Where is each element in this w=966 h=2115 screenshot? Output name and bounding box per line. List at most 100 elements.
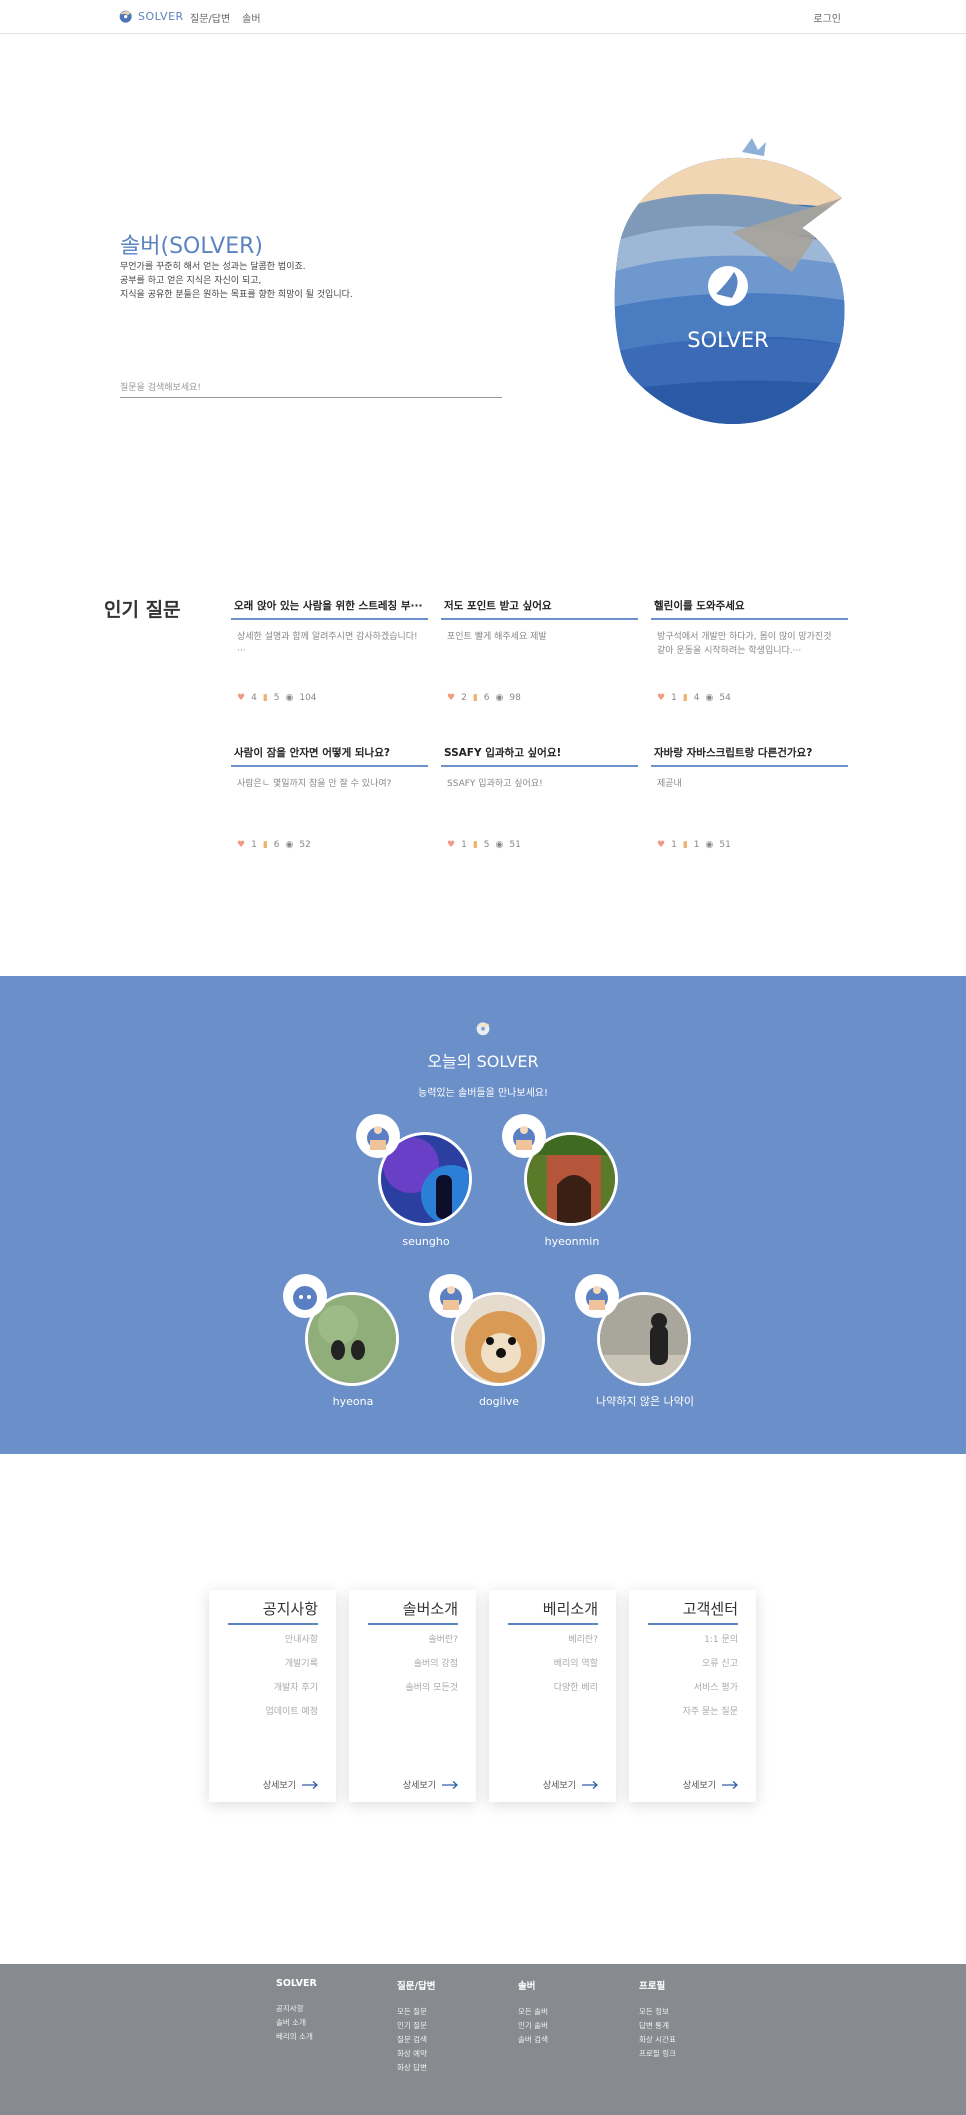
- footer-link[interactable]: 솔버 검색: [518, 2034, 628, 2048]
- footer-link[interactable]: 모든 솔버: [518, 2006, 628, 2020]
- solver-logo-icon: [476, 1022, 490, 1036]
- footer-heading: 프로필: [639, 1981, 666, 1992]
- view-count: 52: [299, 840, 311, 850]
- heart-icon: ♥: [657, 840, 666, 850]
- bookmark-icon: ▮: [472, 840, 478, 850]
- info-card-link[interactable]: 솔버의 모든것: [405, 1680, 458, 1704]
- footer-link[interactable]: 모든 질문: [397, 2006, 507, 2020]
- question-title[interactable]: 헬린이를 도와주세요: [651, 598, 848, 620]
- footer-link[interactable]: 공지사항: [276, 2003, 386, 2017]
- info-card-link[interactable]: 다양한 베리: [554, 1680, 598, 1704]
- more-link[interactable]: 상세보기: [683, 1778, 738, 1791]
- menu-solver[interactable]: 솔버: [242, 10, 260, 25]
- footer-link[interactable]: 베리의 소개: [276, 2031, 386, 2045]
- info-card-link[interactable]: 1:1 문의: [683, 1632, 738, 1656]
- info-card-link[interactable]: 오류 신고: [683, 1656, 738, 1680]
- info-card-link[interactable]: 안내사항: [265, 1632, 318, 1656]
- footer-link[interactable]: 질문 검색: [397, 2034, 507, 2048]
- solver-profile[interactable]: hyeonmin: [502, 1114, 622, 1264]
- info-card-title: 공지사항: [228, 1598, 318, 1625]
- footer-column: 솔버 모든 솔버 인기 솔버 솔버 검색: [518, 1978, 628, 2048]
- arrow-right-icon: [302, 1780, 318, 1789]
- question-stats: ♥ 1 ▮ 1 ◉ 51: [657, 840, 731, 850]
- bookmark-count: 6: [483, 693, 490, 703]
- menu-qna[interactable]: 질문/답변: [190, 10, 230, 25]
- footer-link[interactable]: 화상 예약: [397, 2048, 507, 2062]
- question-card[interactable]: 사람이 잠을 안자면 어떻게 되나요? 사람은ㄴ 몇일까지 잠을 안 잘 수 있…: [231, 745, 428, 875]
- footer-link[interactable]: 답변 통계: [639, 2020, 749, 2034]
- solver-hero-logo: SOLVER: [614, 138, 845, 424]
- popular-heading: 인기 질문: [104, 599, 181, 621]
- solver-logo-icon: [119, 10, 132, 23]
- footer-link[interactable]: 솔버 소개: [276, 2017, 386, 2031]
- question-body: 사람은ㄴ 몇일까지 잠을 안 잘 수 있나여?: [237, 779, 392, 789]
- info-card-link[interactable]: 업데이트 예정: [265, 1704, 318, 1728]
- hero-desc-line: 공부를 하고 얻은 지식은 자신이 되고,: [120, 276, 262, 286]
- footer-link[interactable]: 화상 답변: [397, 2062, 507, 2076]
- more-link[interactable]: 상세보기: [543, 1778, 598, 1791]
- question-card[interactable]: 저도 포인트 받고 싶어요 포인트 빨게 해주세요 제발 ♥ 2 ▮ 6 ◉ 98: [441, 598, 638, 728]
- view-count: 51: [719, 840, 731, 850]
- question-body: SSAFY 입과하고 싶어요!: [447, 779, 543, 789]
- footer-link[interactable]: 인기 질문: [397, 2020, 507, 2034]
- info-card-solver: 솔버소개 솔버란? 솔버의 강점 솔버의 모든것 상세보기: [349, 1590, 476, 1802]
- info-card-title: 베리소개: [508, 1598, 598, 1625]
- solver-name: seungho: [402, 1235, 450, 1248]
- more-link[interactable]: 상세보기: [403, 1778, 458, 1791]
- avatar-badge: [356, 1114, 400, 1158]
- info-card-link[interactable]: 서비스 평가: [683, 1680, 738, 1704]
- question-card[interactable]: SSAFY 입과하고 싶어요! SSAFY 입과하고 싶어요! ♥ 1 ▮ 5 ◉ 5…: [441, 745, 638, 875]
- footer-link[interactable]: 인기 솔버: [518, 2020, 628, 2034]
- info-card-link[interactable]: 개발자 후기: [265, 1680, 318, 1704]
- avatar-badge: [283, 1274, 327, 1318]
- more-label: 상세보기: [402, 1781, 436, 1791]
- info-card-link[interactable]: 개발기록: [265, 1656, 318, 1680]
- eye-icon: ◉: [495, 840, 504, 850]
- today-subtitle: 능력있는 솔버들을 만나보세요!: [418, 1088, 548, 1099]
- footer-link[interactable]: 화상 시간표: [639, 2034, 749, 2048]
- question-card[interactable]: 오래 앉아 있는 사람을 위한 스트레칭 부··· 상세한 설명과 함께 알려주…: [231, 598, 428, 728]
- hero-logo-text: SOLVER: [687, 328, 768, 352]
- solver-profile[interactable]: seungho: [356, 1114, 476, 1264]
- question-body: 포인트 빨게 해주세요 제발: [447, 632, 547, 642]
- question-card[interactable]: 자바랑 자바스크립트랑 다른건가요? 제곧내 ♥ 1 ▮ 1 ◉ 51: [651, 745, 848, 875]
- question-card[interactable]: 헬린이를 도와주세요 방구석에서 개발만 하다가, 몸이 많이 망가진것 같아 …: [651, 598, 848, 728]
- info-card-link[interactable]: 솔버의 강점: [405, 1656, 458, 1680]
- more-label: 상세보기: [682, 1781, 716, 1791]
- view-count: 54: [719, 693, 731, 703]
- hero-title: 솔버(SOLVER): [120, 234, 264, 259]
- like-count: 1: [251, 840, 257, 850]
- more-link[interactable]: 상세보기: [263, 1778, 318, 1791]
- hero-desc-line: 무언가를 꾸준히 해서 얻는 성과는 달콤한 법이죠.: [120, 262, 306, 272]
- login-link[interactable]: 로그인: [813, 10, 841, 25]
- brand-link[interactable]: SOLVER: [118, 8, 184, 24]
- avatar-badge: [502, 1114, 546, 1158]
- eye-icon: ◉: [705, 840, 714, 850]
- info-card-title: 솔버소개: [368, 1598, 458, 1625]
- footer-column: 프로필 모든 정보 답변 통계 화상 시간표 프로필 링크: [639, 1978, 749, 2062]
- solver-profile[interactable]: 나약하지 않은 나약이: [575, 1274, 695, 1424]
- footer-link[interactable]: 모든 정보: [639, 2006, 749, 2020]
- solver-profile[interactable]: hyeona: [283, 1274, 403, 1424]
- question-title[interactable]: 오래 앉아 있는 사람을 위한 스트레칭 부···: [231, 598, 428, 620]
- info-card-link[interactable]: 베리란?: [554, 1632, 598, 1656]
- like-count: 1: [671, 693, 677, 703]
- question-title[interactable]: SSAFY 입과하고 싶어요!: [441, 745, 638, 767]
- question-body: 제곧내: [657, 779, 682, 789]
- info-card-link[interactable]: 자주 묻는 질문: [683, 1704, 738, 1728]
- footer-heading: 솔버: [518, 1981, 536, 1992]
- bookmark-count: 1: [693, 840, 700, 850]
- bookmark-count: 4: [693, 693, 700, 703]
- info-card-link[interactable]: 솔버란?: [405, 1632, 458, 1656]
- question-title[interactable]: 저도 포인트 받고 싶어요: [441, 598, 638, 620]
- solver-profile[interactable]: doglive: [429, 1274, 549, 1424]
- arrow-right-icon: [582, 1780, 598, 1789]
- eye-icon: ◉: [285, 693, 294, 703]
- question-search-input[interactable]: [120, 378, 502, 398]
- question-title[interactable]: 사람이 잠을 안자면 어떻게 되나요?: [231, 745, 428, 767]
- question-title[interactable]: 자바랑 자바스크립트랑 다른건가요?: [651, 745, 848, 767]
- question-stats: ♥ 4 ▮ 5 ◉ 104: [237, 693, 317, 703]
- info-card-link[interactable]: 베리의 역할: [554, 1656, 598, 1680]
- avatar-badge: [575, 1274, 619, 1318]
- footer-link[interactable]: 프로필 링크: [639, 2048, 749, 2062]
